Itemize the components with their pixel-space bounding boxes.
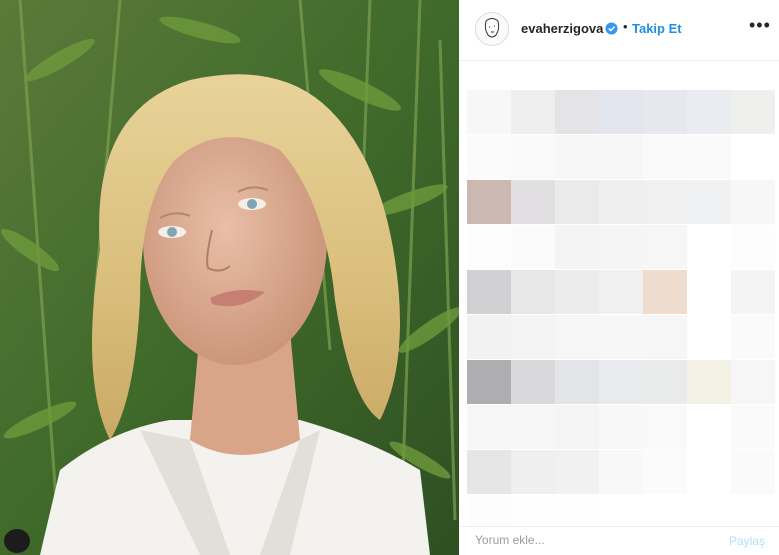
username-link[interactable]: evaherzigova (521, 21, 603, 36)
mosaic-cell (511, 225, 555, 269)
mosaic-cell (687, 180, 731, 224)
mosaic-cell (643, 225, 687, 269)
mosaic-cell (643, 405, 687, 449)
mosaic-cell (731, 450, 775, 494)
mosaic-cell (467, 405, 511, 449)
mosaic-cell (643, 90, 687, 134)
mosaic-cell (643, 360, 687, 404)
mosaic-cell (511, 270, 555, 314)
mosaic-cell (555, 135, 599, 179)
mosaic-cell (599, 180, 643, 224)
mosaic-cell (599, 90, 643, 134)
mosaic-cell (599, 135, 643, 179)
selfie-image (0, 0, 459, 555)
mosaic-cell (731, 135, 775, 179)
mosaic-cell (511, 315, 555, 359)
follow-button[interactable]: Takip Et (632, 21, 682, 36)
mosaic-cell (687, 135, 731, 179)
post-photo[interactable] (0, 0, 459, 555)
mosaic-cell (731, 360, 775, 404)
mosaic-cell (555, 405, 599, 449)
mosaic-cell (731, 315, 775, 359)
mosaic-cell (467, 90, 511, 134)
mosaic-cell (511, 135, 555, 179)
mosaic-cell (687, 315, 731, 359)
comment-input[interactable] (475, 533, 675, 547)
mosaic-cell (467, 315, 511, 359)
mosaic-cell (599, 405, 643, 449)
mosaic-cell (467, 450, 511, 494)
mosaic-cell (599, 225, 643, 269)
mosaic-cell (687, 90, 731, 134)
mosaic-cell (687, 225, 731, 269)
mosaic-cell (643, 135, 687, 179)
mosaic-cell (511, 360, 555, 404)
mosaic-cell (599, 315, 643, 359)
mosaic-cell (731, 90, 775, 134)
post-header: evaherzigova • Takip Et ••• (459, 0, 779, 61)
mosaic-cell (555, 315, 599, 359)
more-options-icon[interactable]: ••• (749, 15, 771, 36)
comment-bar: Paylaş (459, 526, 779, 555)
mosaic-cell (687, 270, 731, 314)
post-side-panel: evaherzigova • Takip Et ••• Paylaş (459, 0, 779, 555)
mosaic-cell (687, 360, 731, 404)
mosaic-cell (555, 450, 599, 494)
mosaic-cell (467, 360, 511, 404)
mosaic-cell (731, 270, 775, 314)
mosaic-cell (643, 180, 687, 224)
mosaic-cell (511, 405, 555, 449)
mosaic-cell (511, 90, 555, 134)
mosaic-cell (731, 225, 775, 269)
mosaic-cell (511, 450, 555, 494)
verified-badge-icon (605, 22, 618, 35)
mosaic-cell (599, 360, 643, 404)
mosaic-cell (555, 225, 599, 269)
mosaic-cell (511, 180, 555, 224)
mosaic-cell (731, 405, 775, 449)
profile-avatar[interactable] (475, 12, 509, 46)
mosaic-cell (555, 90, 599, 134)
share-button[interactable]: Paylaş (729, 534, 765, 548)
pixelated-comments-area (467, 90, 775, 540)
mosaic-cell (643, 270, 687, 314)
mosaic-cell (467, 225, 511, 269)
mosaic-cell (687, 405, 731, 449)
mosaic-cell (731, 180, 775, 224)
mosaic-cell (467, 135, 511, 179)
mosaic-cell (467, 180, 511, 224)
mosaic-cell (555, 360, 599, 404)
mosaic-cell (467, 270, 511, 314)
mosaic-cell (555, 180, 599, 224)
mosaic-cell (555, 270, 599, 314)
mosaic-cell (643, 450, 687, 494)
mosaic-cell (643, 315, 687, 359)
separator-dot: • (623, 19, 628, 34)
mosaic-cell (687, 450, 731, 494)
mosaic-cell (599, 270, 643, 314)
user-tag-icon[interactable] (4, 529, 30, 553)
mosaic-cell (599, 450, 643, 494)
